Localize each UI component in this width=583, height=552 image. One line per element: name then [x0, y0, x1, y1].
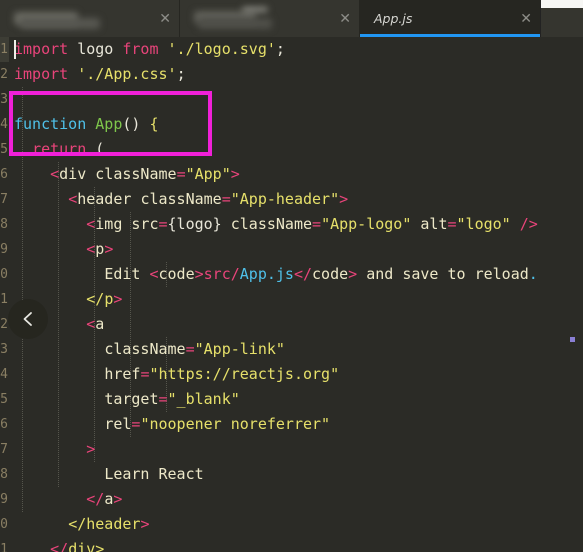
code-line[interactable]: </div>	[9, 537, 104, 552]
code-line[interactable]: <img src={logo} className="App-logo" alt…	[9, 212, 538, 237]
code-line[interactable]: <div className="App">	[9, 162, 240, 187]
line-number: 12	[0, 317, 8, 332]
tab-app-js[interactable]: App.js ✕	[360, 0, 541, 37]
code-line[interactable]	[9, 87, 23, 112]
line-number: 19	[0, 492, 8, 507]
code-line[interactable]: import './App.css';	[9, 62, 186, 87]
tab-redacted-smudge	[20, 18, 100, 29]
tab-label: App.js	[374, 11, 413, 26]
tab-redacted-1[interactable]: ✕	[0, 0, 180, 37]
code-line[interactable]: >	[9, 437, 95, 462]
code-line[interactable]: className="App-link"	[9, 337, 285, 362]
line-number: 17	[0, 442, 8, 457]
line-number: 4	[0, 117, 8, 132]
code-line[interactable]: </a>	[9, 487, 122, 512]
code-line[interactable]: <p>	[9, 237, 113, 262]
tab-bar: ✕ ✕ App.js ✕	[0, 0, 583, 37]
line-number: 21	[0, 542, 8, 552]
close-icon[interactable]: ✕	[520, 12, 532, 26]
back-button[interactable]	[8, 299, 48, 339]
code-line[interactable]: Edit <code>src/App.js</code> and save to…	[9, 262, 538, 287]
line-number: 1	[0, 42, 8, 57]
code-line[interactable]: return (	[9, 137, 104, 162]
code-line[interactable]: target="_blank"	[9, 387, 239, 412]
line-number: 15	[0, 392, 8, 407]
line-number: 14	[0, 367, 8, 382]
close-icon[interactable]: ✕	[339, 12, 351, 26]
line-number: 9	[0, 242, 8, 257]
editor-window: ✕ ✕ App.js ✕ 1 2 3 4 5 6 7 8 9 0 1 2 3 4…	[0, 0, 583, 552]
code-editor[interactable]: 1 2 3 4 5 6 7 8 9 10 11 12 13 14 15 16 1…	[0, 37, 583, 552]
line-number-gutter: 1 2 3 4 5 6 7 8 9 10 11 12 13 14 15 16 1…	[0, 37, 9, 552]
code-line[interactable]: function App() {	[9, 112, 159, 137]
code-line[interactable]: import logo from './logo.svg';	[9, 37, 285, 62]
tab-redacted-smudge	[194, 11, 256, 23]
line-number: 2	[0, 67, 8, 82]
tab-redacted-smudge	[242, 7, 268, 12]
tab-redacted-smudge	[14, 12, 78, 25]
line-number: 20	[0, 517, 8, 532]
code-surface[interactable]: import logo from './logo.svg'; import '.…	[9, 37, 583, 552]
line-number: 10	[0, 267, 8, 282]
code-line[interactable]: rel="noopener noreferrer"	[9, 412, 330, 437]
line-number: 18	[0, 467, 8, 482]
tab-redacted-smudge	[198, 18, 272, 29]
code-line[interactable]: </header>	[9, 512, 149, 537]
line-number: 3	[0, 92, 8, 107]
line-number: 11	[0, 292, 8, 307]
text-caret	[14, 40, 16, 59]
line-number: 7	[0, 192, 8, 207]
line-number: 5	[0, 142, 8, 157]
code-line[interactable]: <header className="App-header">	[9, 187, 348, 212]
line-number: 16	[0, 417, 8, 432]
line-number: 6	[0, 167, 8, 182]
close-icon[interactable]: ✕	[159, 12, 171, 26]
line-number: 13	[0, 342, 8, 357]
code-line[interactable]: href="https://reactjs.org"	[9, 362, 339, 387]
tab-redacted-2[interactable]: ✕	[180, 0, 360, 37]
code-line[interactable]: Learn React	[9, 462, 203, 487]
line-number: 8	[0, 217, 8, 232]
chevron-left-icon	[23, 312, 32, 326]
scrollbar-marker[interactable]	[570, 337, 575, 342]
